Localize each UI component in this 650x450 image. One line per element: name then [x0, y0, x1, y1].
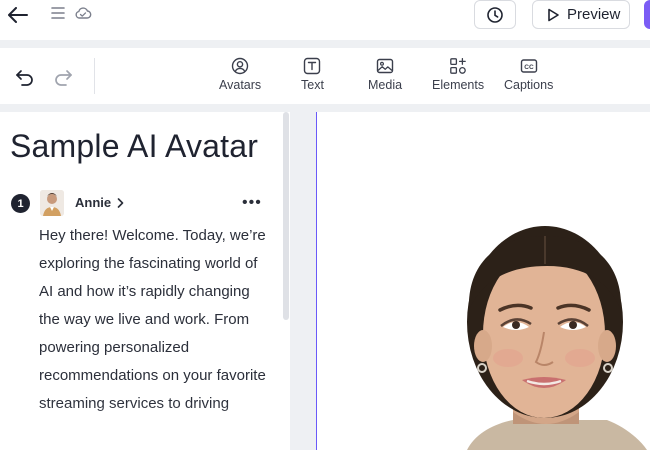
cc-icon: CC	[520, 59, 537, 73]
tool-text[interactable]: Text	[301, 56, 324, 92]
undo-button[interactable]	[14, 66, 36, 88]
tool-captions[interactable]: CC Captions	[504, 56, 553, 92]
menu-icon	[51, 7, 65, 19]
history-button[interactable]	[474, 0, 516, 29]
share-button-edge[interactable]	[644, 0, 650, 29]
more-options-button[interactable]: •••	[242, 194, 262, 212]
tool-label: Media	[368, 78, 403, 92]
text-icon	[304, 57, 321, 75]
tool-label: Elements	[432, 78, 485, 92]
play-icon	[548, 8, 559, 21]
undo-icon	[16, 70, 33, 86]
avatar-person-icon	[40, 190, 64, 216]
image-icon	[376, 58, 394, 74]
toolbar-divider-band	[0, 104, 650, 112]
preview-label: Preview	[567, 6, 621, 23]
tool-label: Avatars	[219, 78, 262, 92]
menu-button[interactable]	[50, 5, 66, 21]
arrow-left-icon	[8, 7, 28, 23]
avatar-figure[interactable]	[317, 112, 650, 450]
preview-button[interactable]: Preview	[532, 0, 630, 29]
svg-text:CC: CC	[524, 64, 534, 71]
tool-elements[interactable]: Elements	[432, 56, 484, 92]
script-panel: Sample AI Avatar 1 Annie ••• Hey there! …	[0, 112, 290, 450]
scene-number-badge: 1	[11, 194, 30, 213]
script-text-editor[interactable]: Hey there! Welcome. Today, we’re explori…	[39, 222, 271, 418]
avatar-icon	[231, 57, 249, 75]
shapes-icon	[450, 57, 466, 74]
speaker-name: Annie	[75, 195, 112, 210]
redo-icon	[55, 70, 72, 86]
speaker-selector[interactable]: Annie	[75, 195, 124, 210]
redo-button[interactable]	[52, 66, 74, 88]
editor-toolbar: Avatars Text Media Elements CC Captions	[0, 48, 650, 104]
tool-media[interactable]: Media	[368, 56, 402, 92]
clock-icon	[487, 6, 503, 23]
avatar-thumbnail[interactable]	[40, 190, 64, 216]
toolbar-divider	[94, 58, 95, 94]
header-divider	[0, 40, 650, 48]
tool-avatars[interactable]: Avatars	[219, 56, 261, 92]
tool-label: Captions	[504, 78, 554, 92]
video-canvas[interactable]	[316, 112, 650, 450]
top-header: Preview	[0, 0, 650, 40]
script-scrollbar[interactable]	[283, 112, 289, 320]
chevron-right-icon	[117, 197, 124, 208]
canvas-gutter	[290, 112, 316, 450]
tool-label: Text	[301, 78, 324, 92]
script-fade-overlay	[0, 402, 290, 450]
project-title[interactable]: Sample AI Avatar	[10, 128, 258, 165]
cloud-saved-icon	[75, 7, 92, 19]
cloud-save-status	[74, 5, 92, 21]
back-button[interactable]	[6, 3, 30, 27]
